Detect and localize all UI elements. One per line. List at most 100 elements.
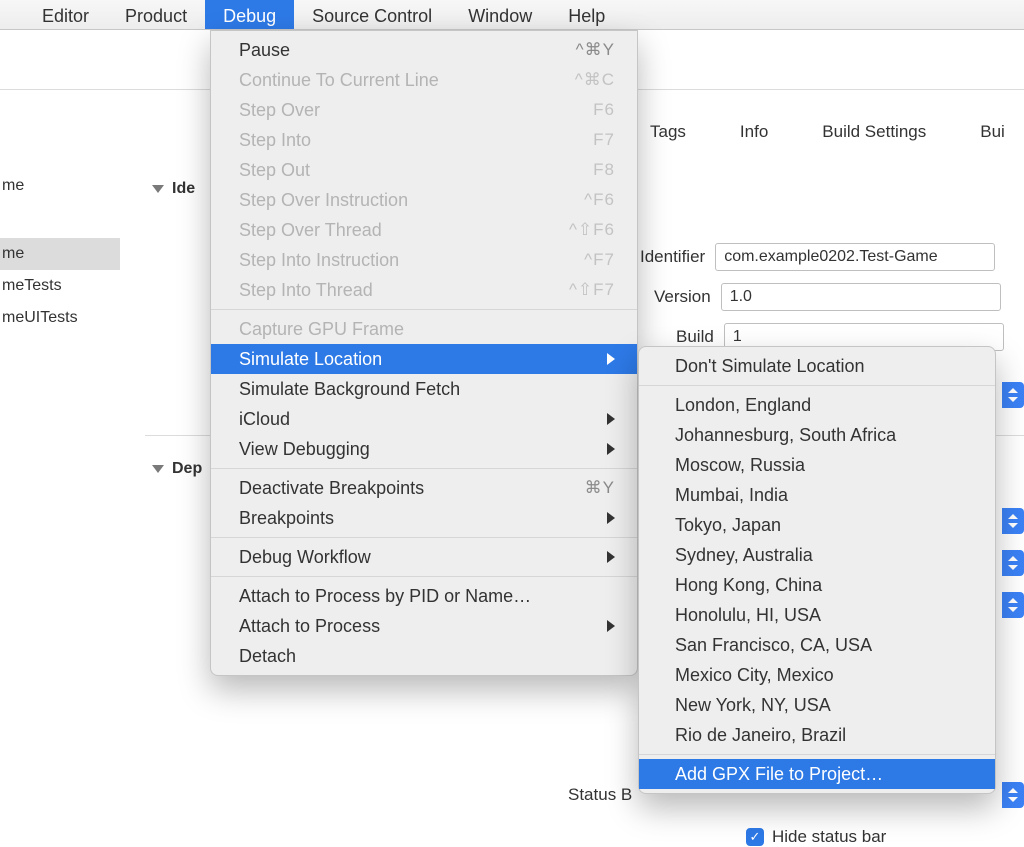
debug_menu-item: Step Into Instruction^F7 (211, 245, 637, 275)
updown-icon (1008, 388, 1018, 402)
location_menu-item[interactable]: Hong Kong, China (639, 570, 995, 600)
identifier-field[interactable] (715, 243, 995, 271)
location_menu-item[interactable]: Mexico City, Mexico (639, 660, 995, 690)
deployment-section-header[interactable]: Dep (152, 460, 202, 478)
tab-resource-tags[interactable]: Tags (650, 122, 686, 142)
location_menu-item[interactable]: Johannesburg, South Africa (639, 420, 995, 450)
navigator-item[interactable]: me (0, 238, 120, 270)
menu-item-label: Debug Workflow (239, 547, 593, 568)
location_menu-item[interactable]: London, England (639, 390, 995, 420)
menu-item-label: Rio de Janeiro, Brazil (675, 725, 973, 746)
menu-item-shortcut: F6 (593, 100, 615, 120)
debug_menu-item: Capture GPU Frame (211, 314, 637, 344)
dropdown-stub[interactable] (1002, 382, 1024, 408)
checkbox-checked-icon[interactable]: ✓ (746, 828, 764, 846)
location_menu-item[interactable]: Mumbai, India (639, 480, 995, 510)
menu-item-label: Tokyo, Japan (675, 515, 973, 536)
location_menu-item[interactable]: Tokyo, Japan (639, 510, 995, 540)
menubar-item-help[interactable]: Help (550, 0, 623, 29)
menu-item-label: Step Over Thread (239, 220, 569, 241)
debug_menu-item[interactable]: Detach (211, 641, 637, 671)
menubar-item-source-control[interactable]: Source Control (294, 0, 450, 29)
debug_menu-item[interactable]: Pause^⌘Y (211, 35, 637, 65)
updown-icon (1008, 598, 1018, 612)
menu-item-label: San Francisco, CA, USA (675, 635, 973, 656)
updown-icon (1008, 514, 1018, 528)
menu-item-label: Step Into (239, 130, 593, 151)
navigator-item[interactable]: meUITests (0, 302, 120, 334)
project-navigator: me me meTests meUITests (0, 130, 120, 334)
menu-item-label: View Debugging (239, 439, 593, 460)
location_menu-item[interactable]: Add GPX File to Project… (639, 759, 995, 789)
debug_menu-item[interactable]: iCloud (211, 404, 637, 434)
menubar-item-editor[interactable]: Editor (24, 0, 107, 29)
tab-info[interactable]: Info (740, 122, 768, 142)
submenu-arrow-icon (607, 551, 615, 563)
menu-item-label: Don't Simulate Location (675, 356, 973, 377)
debug_menu-item: Step OverF6 (211, 95, 637, 125)
menu-item-label: Johannesburg, South Africa (675, 425, 973, 446)
version-field[interactable] (721, 283, 1001, 311)
menu-item-shortcut: ^⌘C (575, 70, 615, 90)
tab-build-settings[interactable]: Build Settings (822, 122, 926, 142)
menu-item-shortcut: ^⌘Y (576, 40, 615, 60)
project-tabs: Tags Info Build Settings Bui (650, 122, 1005, 142)
menubar-item-product[interactable]: Product (107, 0, 205, 29)
location_menu-item[interactable]: Sydney, Australia (639, 540, 995, 570)
menu-item-label: Moscow, Russia (675, 455, 973, 476)
menu-item-label: Continue To Current Line (239, 70, 575, 91)
menu-item-label: Attach to Process by PID or Name… (239, 586, 615, 607)
location_menu-item[interactable]: Moscow, Russia (639, 450, 995, 480)
debug_menu-item: Step Into Thread^⇧F7 (211, 275, 637, 305)
menu-item-label: Mumbai, India (675, 485, 973, 506)
menu-item-shortcut: ⌘Y (585, 478, 615, 498)
tab-build-phases-fragment[interactable]: Bui (980, 122, 1005, 142)
menu-item-label: Step Out (239, 160, 593, 181)
dropdown-stub[interactable] (1002, 782, 1024, 808)
location_menu-item[interactable]: San Francisco, CA, USA (639, 630, 995, 660)
debug_menu-item[interactable]: Simulate Background Fetch (211, 374, 637, 404)
menu-item-shortcut: ^F7 (584, 250, 615, 270)
debug_menu-item: Step Over Instruction^F6 (211, 185, 637, 215)
submenu-arrow-icon (607, 512, 615, 524)
debug_menu-item[interactable]: Attach to Process by PID or Name… (211, 581, 637, 611)
menu-item-label: Add GPX File to Project… (675, 764, 973, 785)
menu-item-label: Detach (239, 646, 615, 667)
hide-status-bar-row[interactable]: ✓ Hide status bar (746, 827, 886, 847)
dropdown-stub[interactable] (1002, 592, 1024, 618)
dropdown-stub[interactable] (1002, 508, 1024, 534)
menu-item-label: Simulate Location (239, 349, 593, 370)
menu-item-shortcut: F8 (593, 160, 615, 180)
submenu-arrow-icon (607, 620, 615, 632)
navigator-item[interactable]: meTests (0, 270, 120, 302)
debug_menu-item[interactable]: View Debugging (211, 434, 637, 464)
navigator-item[interactable]: me (0, 170, 120, 202)
menubar-item-debug[interactable]: Debug (205, 0, 294, 29)
location_menu-item[interactable]: New York, NY, USA (639, 690, 995, 720)
menu-item-label: Step Into Instruction (239, 250, 584, 271)
location_menu-item[interactable]: Honolulu, HI, USA (639, 600, 995, 630)
location_menu-item[interactable]: Rio de Janeiro, Brazil (639, 720, 995, 750)
menu-separator (211, 309, 637, 310)
identifier-label: Identifier (640, 247, 705, 267)
location_menu-item[interactable]: Don't Simulate Location (639, 351, 995, 381)
status-bar-row-label: Status B (568, 785, 632, 805)
identity-section-header[interactable]: Ide (152, 180, 195, 198)
debug_menu-item[interactable]: Deactivate Breakpoints⌘Y (211, 473, 637, 503)
menu-item-label: Simulate Background Fetch (239, 379, 615, 400)
menu-item-label: Breakpoints (239, 508, 593, 529)
section-title: Dep (172, 460, 202, 478)
dropdown-stub[interactable] (1002, 550, 1024, 576)
menu-separator (211, 576, 637, 577)
menu-item-label: Pause (239, 40, 576, 61)
simulate-location-submenu: Don't Simulate Location London, England Jo… (638, 346, 996, 794)
menu-item-shortcut: F7 (593, 130, 615, 150)
menu-item-label: New York, NY, USA (675, 695, 973, 716)
updown-icon (1008, 788, 1018, 802)
build-label: Build (676, 327, 714, 347)
debug_menu-item[interactable]: Attach to Process (211, 611, 637, 641)
debug_menu-item[interactable]: Simulate Location (211, 344, 637, 374)
menubar-item-window[interactable]: Window (450, 0, 550, 29)
debug_menu-item[interactable]: Debug Workflow (211, 542, 637, 572)
debug_menu-item[interactable]: Breakpoints (211, 503, 637, 533)
